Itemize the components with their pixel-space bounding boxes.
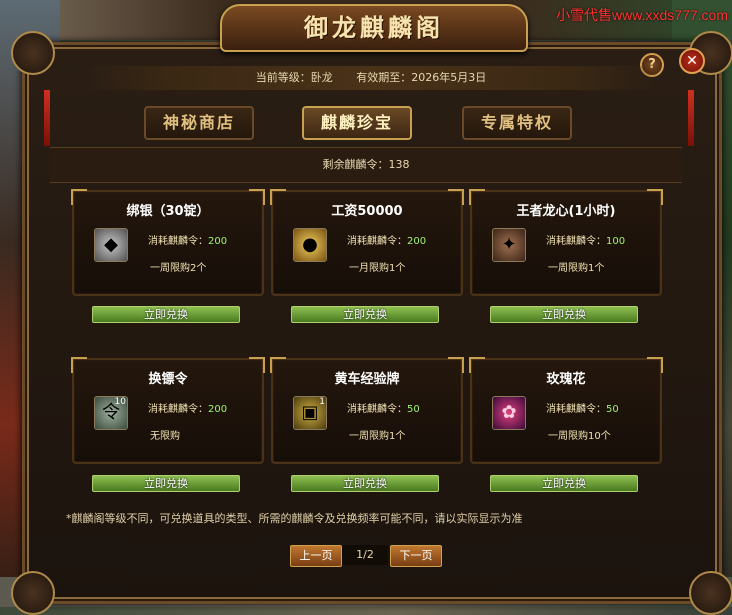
item-card: 工资50000 ● 消耗麒麟令：200 一月限购1个 — [270, 189, 464, 296]
remaining-tokens: 剩余麒麟令：138 — [50, 147, 682, 183]
gold-coin-icon[interactable]: ● — [293, 228, 327, 262]
red-tassel — [688, 90, 694, 146]
item-limit: 一周限购2个 — [150, 263, 207, 274]
exchange-button[interactable]: 立即兑换 — [490, 306, 638, 323]
silver-ingot-icon[interactable]: ◆ — [94, 228, 128, 262]
watermark: 小雪代售www.xxds777.com — [556, 7, 728, 23]
item-card: 绑银（30锭） ◆ 消耗麒麟令：200 一周限购2个 — [71, 189, 265, 296]
prev-page-button[interactable]: 上一页 — [290, 545, 342, 567]
item-name: 王者龙心(1小时) — [516, 204, 616, 219]
item-limit: 无限购 — [150, 431, 180, 442]
item-card: 王者龙心(1小时) ✦ 消耗麒麟令：100 一周限购1个 — [469, 189, 663, 296]
window-title-plate: 御龙麒麟阁 — [220, 4, 528, 52]
item-name: 黄车经验牌 — [334, 372, 400, 387]
status-bar: 当前等级：卧龙 有效期至：2026年5月3日 — [82, 66, 660, 90]
close-button[interactable]: ✕ — [679, 48, 705, 74]
exchange-button[interactable]: 立即兑换 — [92, 306, 240, 323]
page-indicator: 1/2 — [342, 545, 388, 565]
exchange-button[interactable]: 立即兑换 — [92, 475, 240, 492]
escort-token-icon[interactable]: 10 令 — [94, 396, 128, 430]
window-title: 御龙麒麟阁 — [304, 13, 444, 42]
exchange-button[interactable]: 立即兑换 — [490, 475, 638, 492]
item-cost: 消耗麒麟令：200 — [347, 236, 427, 247]
corner-ornament — [11, 31, 55, 75]
rose-icon[interactable]: ✿ — [492, 396, 526, 430]
item-cost: 消耗麒麟令：200 — [148, 236, 228, 247]
item-name: 工资50000 — [331, 204, 403, 219]
red-tassel — [44, 90, 50, 146]
tab-qilin-treasure[interactable]: 麒麟珍宝 — [302, 106, 412, 140]
item-limit: 一周限购10个 — [548, 431, 611, 442]
dragon-heart-icon[interactable]: ✦ — [492, 228, 526, 262]
item-limit: 一月限购1个 — [349, 263, 406, 274]
next-page-button[interactable]: 下一页 — [390, 545, 442, 567]
footnote: *麒麟阁等级不同，可兑换道具的类型、所需的麒麟令及兑换频率可能不同，请以实际显示… — [66, 512, 523, 525]
item-cost: 消耗麒麟令：100 — [546, 236, 626, 247]
item-card: 黄车经验牌 1 ▣ 消耗麒麟令：50 一周限购1个 — [270, 357, 464, 464]
item-limit: 一周限购1个 — [349, 431, 406, 442]
tab-bar: 神秘商店 麒麟珍宝 专属特权 — [140, 106, 600, 140]
item-quantity: 1 — [319, 397, 325, 407]
corner-ornament — [11, 571, 55, 615]
item-name: 换镖令 — [148, 372, 188, 387]
item-limit: 一周限购1个 — [548, 263, 605, 274]
item-cost: 消耗麒麟令：200 — [148, 404, 228, 415]
item-card: 换镖令 10 令 消耗麒麟令：200 无限购 — [71, 357, 265, 464]
current-level: 当前等级：卧龙 — [255, 71, 333, 84]
exchange-button[interactable]: 立即兑换 — [291, 306, 439, 323]
corner-ornament — [689, 571, 732, 615]
item-cost: 消耗麒麟令：50 — [347, 404, 420, 415]
item-name: 玫瑰花 — [546, 372, 586, 387]
item-card: 玫瑰花 ✿ 消耗麒麟令：50 一周限购10个 — [469, 357, 663, 464]
item-name: 绑银（30锭） — [126, 204, 210, 219]
cart-exp-icon[interactable]: 1 ▣ — [293, 396, 327, 430]
item-cost: 消耗麒麟令：50 — [546, 404, 619, 415]
tab-exclusive-privilege[interactable]: 专属特权 — [462, 106, 572, 140]
exchange-button[interactable]: 立即兑换 — [291, 475, 439, 492]
item-quantity: 10 — [114, 397, 126, 407]
expiry-date: 有效期至：2026年5月3日 — [356, 71, 487, 84]
tab-mystery-shop[interactable]: 神秘商店 — [144, 106, 254, 140]
